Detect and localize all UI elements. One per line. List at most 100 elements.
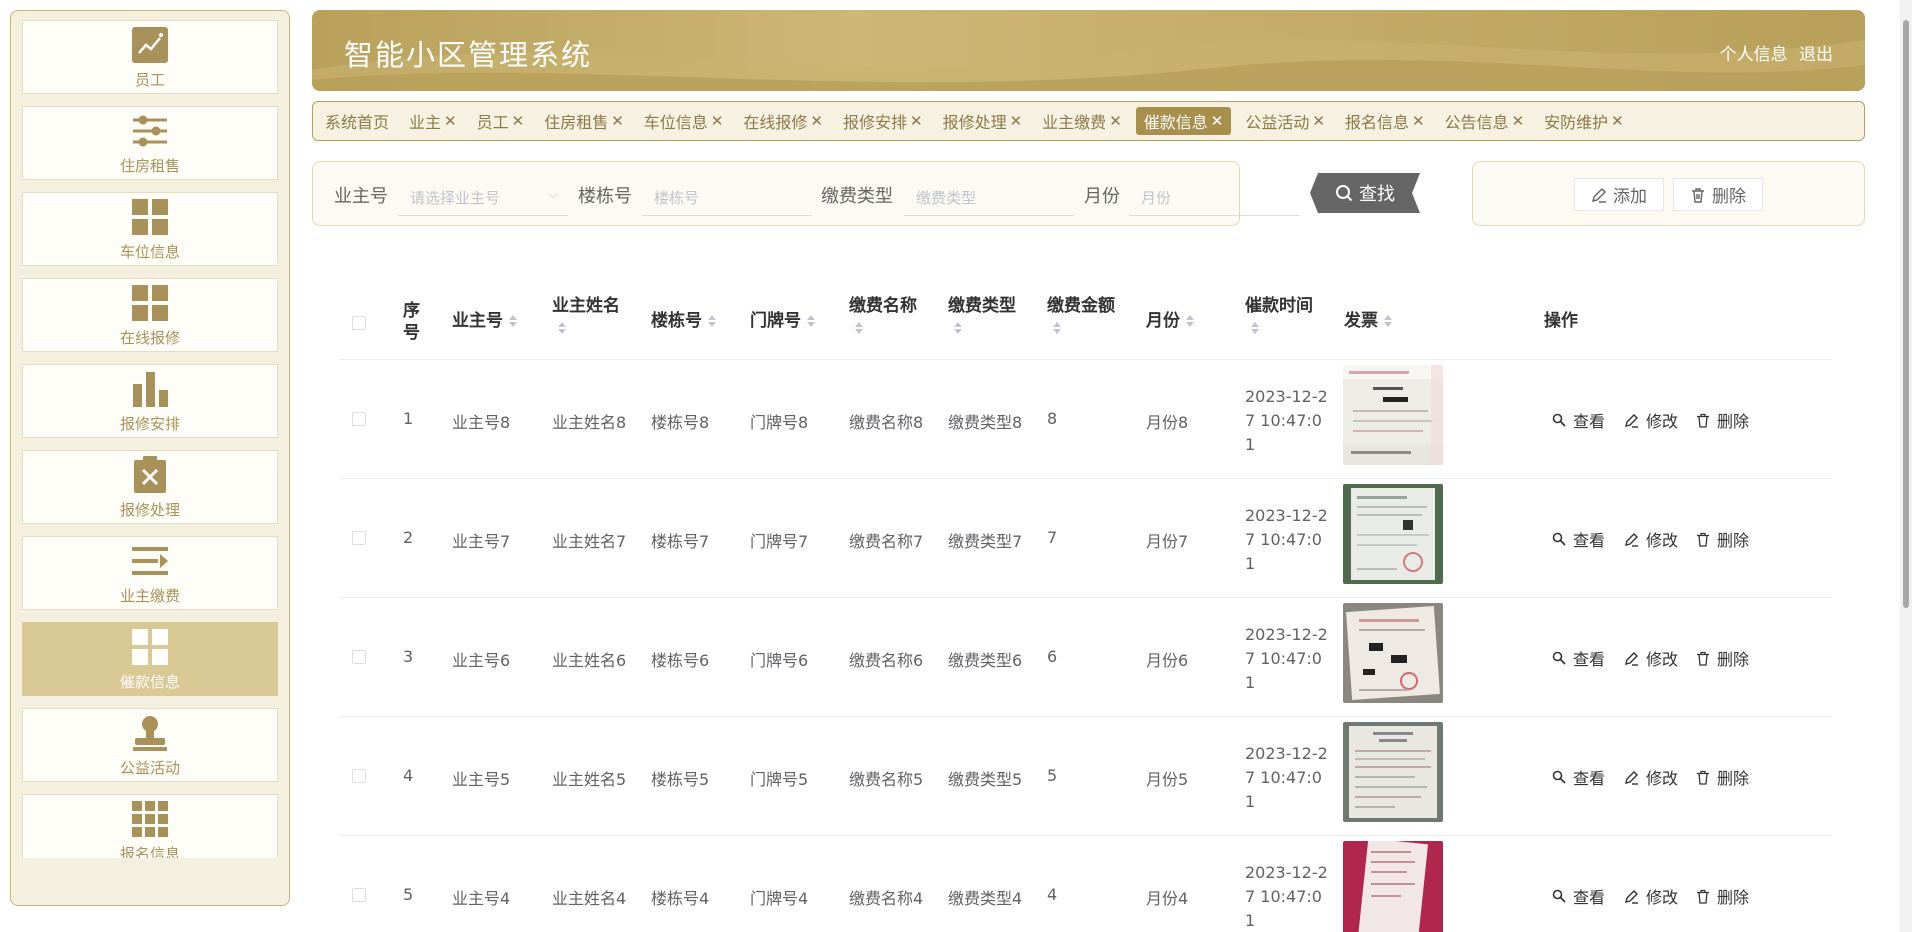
tag-payment-reminder[interactable]: 催款信息 ✕ [1135, 107, 1232, 135]
delete-row-button[interactable]: 删除 [1696, 884, 1749, 908]
sidebar-item-housing[interactable]: 住房租售 [22, 106, 278, 180]
close-icon[interactable]: ✕ [1412, 112, 1425, 130]
sort-icon[interactable] [558, 322, 566, 334]
close-icon[interactable]: ✕ [1312, 112, 1325, 130]
owner-no-select[interactable]: 请选择业主号 ⌵ [398, 175, 568, 216]
sort-icon[interactable] [954, 322, 962, 334]
close-icon[interactable]: ✕ [1611, 112, 1624, 130]
close-icon[interactable]: ✕ [611, 112, 624, 130]
col-fee-name[interactable]: 缴费名称 [849, 295, 917, 339]
edit-button[interactable]: 修改 [1624, 765, 1678, 789]
close-icon[interactable]: ✕ [1211, 112, 1224, 130]
close-icon[interactable]: ✕ [512, 112, 525, 130]
sort-icon[interactable] [1251, 322, 1259, 334]
close-icon[interactable]: ✕ [1010, 112, 1023, 130]
sort-icon[interactable] [708, 315, 716, 327]
tag-online-repair[interactable]: 在线报修 ✕ [743, 109, 823, 133]
sort-icon[interactable] [509, 315, 517, 327]
invoice-thumbnail[interactable] [1343, 722, 1443, 822]
sort-icon[interactable] [855, 322, 863, 334]
sidebar-item-payment-reminder[interactable]: 催款信息 [22, 622, 278, 696]
delete-row-button[interactable]: 删除 [1696, 646, 1749, 670]
sidebar-item-charity[interactable]: 公益活动 [22, 708, 278, 782]
row-checkbox[interactable] [352, 531, 366, 545]
col-remind-time[interactable]: 催款时间 [1245, 295, 1313, 339]
tag-owner[interactable]: 业主 ✕ [409, 109, 457, 133]
row-checkbox[interactable] [352, 769, 366, 783]
col-door[interactable]: 门牌号 [750, 310, 815, 332]
invoice-thumbnail[interactable] [1343, 484, 1443, 584]
sort-icon[interactable] [1053, 322, 1061, 334]
select-all-checkbox[interactable] [352, 316, 366, 330]
tag-home[interactable]: 系统首页 [325, 109, 389, 133]
delete-row-button[interactable]: 删除 [1696, 408, 1749, 432]
building-input[interactable]: 楼栋号 [642, 175, 812, 216]
delete-button[interactable]: 删除 [1673, 178, 1763, 211]
edit-label: 修改 [1646, 769, 1679, 788]
tag-repair-handling[interactable]: 报修处理 ✕ [943, 109, 1023, 133]
sort-icon[interactable] [807, 315, 815, 327]
close-icon[interactable]: ✕ [444, 112, 457, 130]
sidebar-item-owner-payment[interactable]: 业主缴费 [22, 536, 278, 610]
view-label: 查看 [1573, 769, 1606, 788]
sidebar-item-repair-schedule[interactable]: 报修安排 [22, 364, 278, 438]
col-amount[interactable]: 缴费金额 [1047, 295, 1115, 339]
sidebar-item-registration[interactable]: 报名信息 [22, 794, 278, 858]
scrollbar-thumb[interactable] [1903, 20, 1909, 608]
row-checkbox[interactable] [352, 412, 366, 426]
sort-icon[interactable] [1186, 315, 1194, 327]
col-owner-no[interactable]: 业主号 [452, 310, 517, 332]
tag-registration[interactable]: 报名信息 ✕ [1345, 109, 1425, 133]
invoice-thumbnail[interactable] [1343, 841, 1443, 932]
month-input[interactable]: 月份 [1129, 175, 1299, 216]
view-button[interactable]: 查看 [1552, 884, 1605, 908]
close-icon[interactable]: ✕ [1109, 112, 1122, 130]
delete-row-button[interactable]: 删除 [1696, 765, 1749, 789]
search-icon [1335, 184, 1353, 202]
sidebar-item-online-repair[interactable]: 在线报修 [22, 278, 278, 352]
row-checkbox[interactable] [352, 888, 366, 902]
edit-button[interactable]: 修改 [1624, 408, 1678, 432]
col-owner-name[interactable]: 业主姓名 [552, 295, 620, 339]
tag-repair-schedule[interactable]: 报修安排 ✕ [843, 109, 923, 133]
tag-owner-payment[interactable]: 业主缴费 ✕ [1042, 109, 1122, 133]
view-button[interactable]: 查看 [1552, 408, 1605, 432]
tag-notice[interactable]: 公告信息 ✕ [1445, 109, 1525, 133]
sort-icon[interactable] [1384, 315, 1392, 327]
col-building[interactable]: 楼栋号 [651, 310, 716, 332]
invoice-thumbnail[interactable] [1343, 365, 1443, 465]
add-button[interactable]: 添加 [1574, 178, 1664, 211]
edit-button[interactable]: 修改 [1624, 646, 1678, 670]
delete-row-button[interactable]: 删除 [1696, 527, 1749, 551]
logout-link[interactable]: 退出 [1799, 45, 1833, 65]
close-icon[interactable]: ✕ [711, 112, 724, 130]
close-icon[interactable]: ✕ [1512, 112, 1525, 130]
col-invoice[interactable]: 发票 [1344, 310, 1392, 332]
tag-charity[interactable]: 公益活动 ✕ [1245, 109, 1325, 133]
fee-type-input[interactable]: 缴费类型 [904, 175, 1074, 216]
edit-button[interactable]: 修改 [1624, 527, 1678, 551]
col-fee-type[interactable]: 缴费类型 [948, 295, 1016, 339]
close-icon[interactable]: ✕ [910, 112, 923, 130]
view-button[interactable]: 查看 [1552, 765, 1605, 789]
tag-staff[interactable]: 员工 ✕ [477, 109, 525, 133]
sidebar-item-repair-handling[interactable]: 报修处理 [22, 450, 278, 524]
view-button[interactable]: 查看 [1552, 527, 1605, 551]
tag-security[interactable]: 安防维护 ✕ [1544, 109, 1624, 133]
row-checkbox[interactable] [352, 650, 366, 664]
vertical-scrollbar[interactable] [1900, 0, 1912, 932]
sidebar-item-staff[interactable]: 员工 [22, 20, 278, 94]
invoice-thumbnail[interactable] [1343, 603, 1443, 703]
edit-button[interactable]: 修改 [1624, 884, 1678, 908]
trash-icon [1697, 889, 1709, 904]
tag-housing[interactable]: 住房租售 ✕ [544, 109, 624, 133]
tag-parking[interactable]: 车位信息 ✕ [644, 109, 724, 133]
sidebar-item-parking[interactable]: 车位信息 [22, 192, 278, 266]
search-button[interactable]: 查找 [1310, 173, 1420, 213]
col-month[interactable]: 月份 [1146, 310, 1194, 332]
close-icon[interactable]: ✕ [810, 112, 823, 130]
actions-panel: 添加 删除 [1472, 161, 1865, 226]
table-row: 5 业主号4 业主姓名4 楼栋号4 门牌号4 缴费名称4 缴费类型4 4 月份4… [340, 836, 1832, 932]
view-button[interactable]: 查看 [1552, 646, 1605, 670]
profile-link[interactable]: 个人信息 [1720, 45, 1788, 65]
